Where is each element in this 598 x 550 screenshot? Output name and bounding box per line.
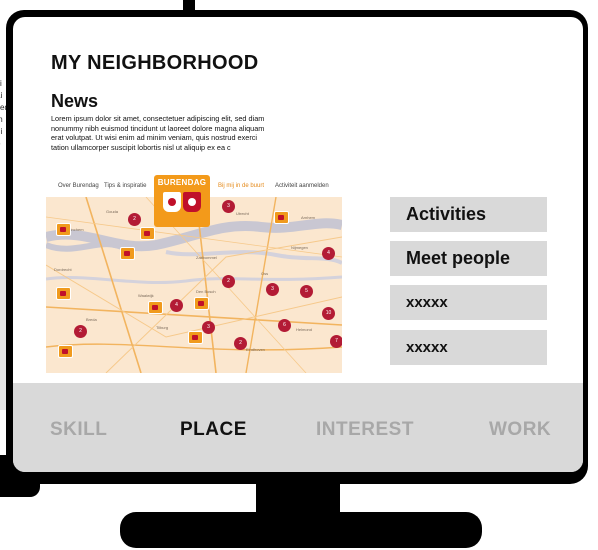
map-label: Utrecht	[236, 211, 249, 216]
screen: MY NEIGHBORHOOD News Lorem ipsum dolor s…	[13, 17, 583, 472]
tab-interest[interactable]: INTEREST	[316, 419, 414, 441]
menu-button-meet-people[interactable]: Meet people	[390, 241, 547, 276]
nav-link-activiteit-aanmelden[interactable]: Activiteit aanmelden	[275, 183, 329, 189]
activity-marker-icon[interactable]	[274, 211, 289, 224]
map-label: Den Bosch	[196, 289, 216, 294]
neighborhood-website[interactable]: Over Burendag Tips & inspiratie Bij mij …	[46, 175, 342, 373]
activity-marker-icon[interactable]	[56, 223, 71, 236]
coffee-cup-icon	[183, 192, 201, 212]
burendag-logo[interactable]: BURENDAG	[154, 175, 210, 227]
tab-skill[interactable]: SKILL	[50, 419, 107, 441]
news-body: Lorem ipsum dolor sit amet, consectetuer…	[51, 114, 265, 152]
nav-link-over-burendag[interactable]: Over Burendag	[58, 183, 99, 189]
menu-button-placeholder-1[interactable]: xxxxx	[390, 285, 547, 320]
map-pin[interactable]: 2	[234, 337, 247, 350]
map-label: Eindhoven	[246, 347, 265, 352]
news-heading: News	[51, 91, 99, 111]
map-pin[interactable]: 3	[202, 321, 215, 334]
tab-place[interactable]: PLACE	[180, 419, 247, 441]
map-label: Waalwijk	[138, 293, 154, 298]
map-pin[interactable]: 2	[222, 275, 235, 288]
map-label: Breda	[86, 317, 97, 322]
map-pin[interactable]: 3	[266, 283, 279, 296]
activity-marker-icon[interactable]	[58, 345, 73, 358]
map-pin[interactable]: 6	[278, 319, 291, 332]
coffee-cup-icon	[163, 192, 181, 212]
map-label: Helmond	[296, 327, 313, 332]
activity-marker-icon[interactable]	[56, 287, 71, 300]
map-pin[interactable]: 4	[322, 247, 335, 260]
menu-button-placeholder-2[interactable]: xxxxx	[390, 330, 547, 365]
map-label: Dordrecht	[54, 267, 72, 272]
page-title: MY NEIGHBORHOOD	[51, 52, 259, 74]
map-pin[interactable]: 7	[330, 335, 342, 348]
map-pin[interactable]: 5	[300, 285, 313, 298]
map-pin[interactable]: 10	[322, 307, 335, 320]
activity-marker-icon[interactable]	[148, 301, 163, 314]
activity-marker-icon[interactable]	[188, 331, 203, 344]
activity-marker-icon[interactable]	[120, 247, 135, 260]
map-pin[interactable]: 3	[222, 200, 235, 213]
map-pin[interactable]: 2	[128, 213, 141, 226]
map-label: Arnhem	[301, 215, 316, 220]
map-label: Tilburg	[156, 325, 169, 330]
monitor-stand-neck	[256, 480, 340, 514]
map-label: Oss	[261, 271, 269, 276]
activity-marker-icon[interactable]	[194, 297, 209, 310]
map-label: Nijmegen	[291, 245, 308, 250]
nav-link-in-de-buurt[interactable]: Bij mij in de buurt	[218, 183, 264, 189]
map-pin[interactable]: 2	[74, 325, 87, 338]
menu-button-activities[interactable]: Activities	[390, 197, 547, 232]
activity-marker-icon[interactable]	[140, 227, 155, 240]
nav-link-tips[interactable]: Tips & inspiratie	[104, 183, 146, 189]
bottom-tab-bar: SKILL PLACE INTEREST WORK	[13, 383, 583, 472]
tab-work[interactable]: WORK	[489, 419, 551, 441]
monitor-stand-base	[120, 512, 482, 548]
map-label: Zaltbommel	[196, 255, 217, 260]
burendag-logo-text: BURENDAG	[157, 178, 207, 187]
map-pin[interactable]: 4	[170, 299, 183, 312]
map-label: Gouda	[106, 209, 119, 214]
